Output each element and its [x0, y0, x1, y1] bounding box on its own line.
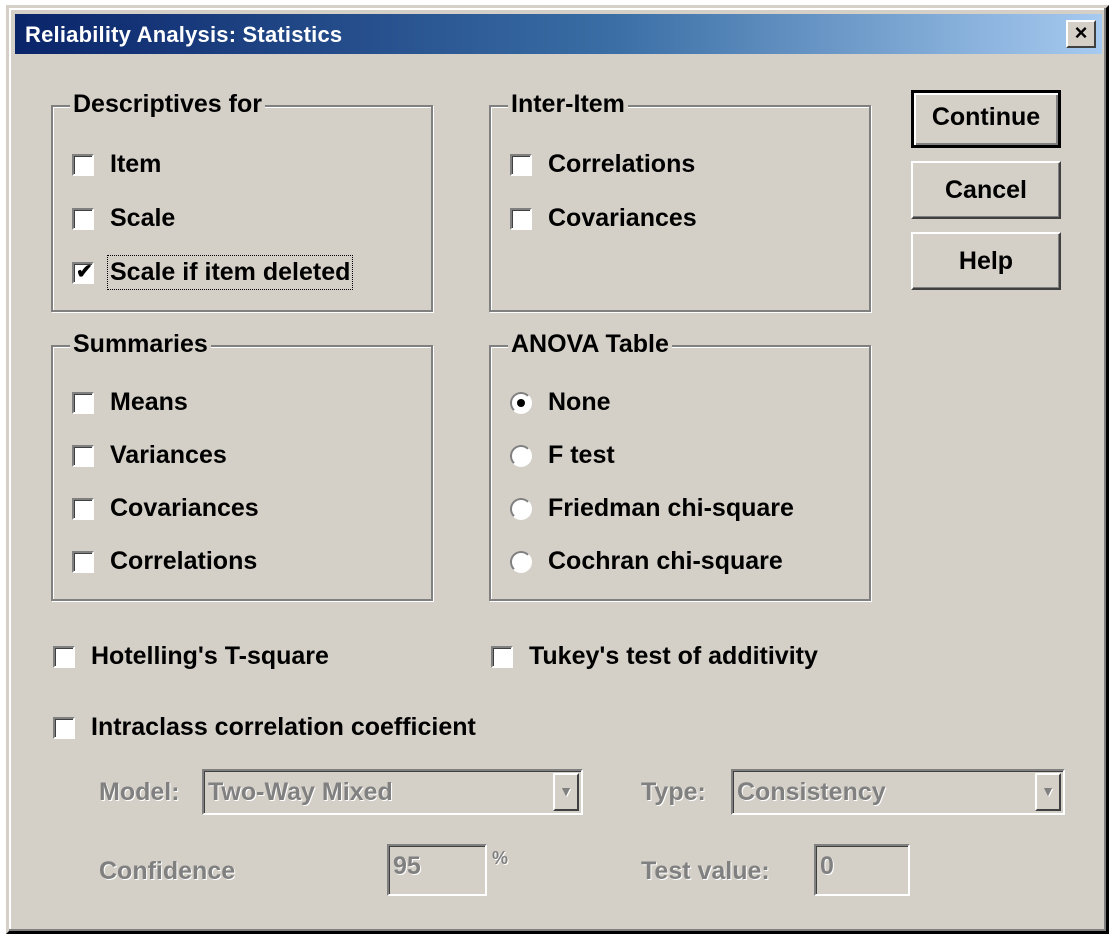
- chevron-down-icon[interactable]: ▼: [553, 773, 579, 811]
- descriptives-legend: Descriptives for: [70, 90, 265, 119]
- means-row[interactable]: Means: [72, 388, 188, 417]
- hotelling-row[interactable]: Hotelling's T-square: [53, 642, 329, 671]
- summary-correlations-label: Correlations: [110, 547, 258, 575]
- hotelling-label: Hotelling's T-square: [91, 642, 329, 670]
- inter-item-legend: Inter-Item: [508, 90, 628, 119]
- confidence-input[interactable]: 95: [387, 844, 487, 896]
- anova-ftest-radio[interactable]: [510, 444, 532, 467]
- test-value-label: Test value:: [641, 857, 770, 885]
- scale-checkbox-row[interactable]: Scale: [72, 204, 175, 233]
- anova-cochran-row[interactable]: Cochran chi-square: [510, 547, 783, 576]
- confidence-value: 95: [393, 852, 421, 880]
- descriptives-group: Descriptives for Item Scale ✔ Scale if i…: [51, 90, 433, 312]
- item-label: Item: [110, 150, 162, 178]
- summary-covariances-label: Covariances: [110, 494, 259, 522]
- intraclass-checkbox[interactable]: [53, 716, 75, 739]
- inter-correlations-row[interactable]: Correlations: [510, 150, 695, 179]
- inter-item-group: Inter-Item Correlations Covariances: [489, 90, 871, 312]
- model-label: Model:: [99, 778, 180, 806]
- intraclass-label: Intraclass correlation coefficient: [91, 713, 476, 741]
- model-dropdown[interactable]: Two-Way Mixed ▼: [202, 769, 583, 815]
- anova-cochran-radio[interactable]: [510, 550, 532, 573]
- anova-friedman-radio[interactable]: [510, 497, 532, 520]
- help-button[interactable]: Help: [911, 232, 1061, 290]
- scale-if-deleted-checkbox[interactable]: ✔: [72, 260, 94, 284]
- hotelling-checkbox[interactable]: [53, 645, 75, 668]
- type-dropdown[interactable]: Consistency ▼: [731, 769, 1065, 815]
- means-checkbox[interactable]: [72, 391, 94, 414]
- test-value-input[interactable]: 0: [814, 844, 910, 896]
- means-label: Means: [110, 388, 188, 416]
- continue-button[interactable]: Continue: [911, 90, 1061, 148]
- scale-checkbox[interactable]: [72, 207, 94, 230]
- tukey-label: Tukey's test of additivity: [529, 642, 818, 670]
- inter-covariances-label: Covariances: [548, 204, 697, 232]
- cancel-button[interactable]: Cancel: [911, 161, 1061, 219]
- anova-friedman-label: Friedman chi-square: [548, 494, 794, 522]
- type-value: Consistency: [737, 778, 886, 806]
- summary-covariances-row[interactable]: Covariances: [72, 494, 259, 523]
- anova-friedman-row[interactable]: Friedman chi-square: [510, 494, 794, 523]
- tukey-row[interactable]: Tukey's test of additivity: [491, 642, 818, 671]
- anova-ftest-label: F test: [548, 441, 615, 469]
- close-button[interactable]: ×: [1066, 20, 1096, 48]
- item-checkbox[interactable]: [72, 153, 94, 176]
- confidence-label: Confidence: [99, 857, 236, 885]
- variances-label: Variances: [110, 441, 227, 469]
- summary-correlations-row[interactable]: Correlations: [72, 547, 257, 576]
- summary-correlations-checkbox[interactable]: [72, 550, 94, 573]
- inter-covariances-checkbox[interactable]: [510, 207, 532, 230]
- tukey-checkbox[interactable]: [491, 645, 513, 668]
- anova-none-label: None: [548, 388, 611, 416]
- chevron-down-icon[interactable]: ▼: [1035, 773, 1061, 811]
- scale-if-deleted-label: Scale if item deleted: [106, 255, 354, 290]
- anova-ftest-row[interactable]: F test: [510, 441, 615, 470]
- percent-label: %: [492, 848, 509, 868]
- test-value: 0: [820, 852, 834, 880]
- inter-correlations-checkbox[interactable]: [510, 153, 532, 176]
- summaries-group: Summaries Means Variances Covariances Co…: [51, 330, 433, 601]
- anova-none-radio[interactable]: [510, 391, 532, 414]
- reliability-statistics-dialog: Reliability Analysis: Statistics × Descr…: [6, 5, 1109, 934]
- window-title: Reliability Analysis: Statistics: [25, 22, 343, 47]
- item-checkbox-row[interactable]: Item: [72, 150, 161, 179]
- inter-covariances-row[interactable]: Covariances: [510, 204, 697, 233]
- inter-correlations-label: Correlations: [548, 150, 696, 178]
- radio-dot: [517, 398, 525, 407]
- anova-legend: ANOVA Table: [508, 330, 672, 359]
- variances-checkbox[interactable]: [72, 444, 94, 467]
- intraclass-row[interactable]: Intraclass correlation coefficient: [53, 713, 476, 742]
- summaries-legend: Summaries: [70, 330, 211, 359]
- check-icon: ✔: [76, 260, 93, 283]
- model-value: Two-Way Mixed: [208, 778, 393, 806]
- title-bar[interactable]: Reliability Analysis: Statistics ×: [15, 14, 1102, 54]
- anova-none-row[interactable]: None: [510, 388, 611, 417]
- close-icon: ×: [1074, 20, 1088, 45]
- anova-cochran-label: Cochran chi-square: [548, 547, 783, 575]
- anova-group: ANOVA Table None F test Friedman chi-squ…: [489, 330, 871, 601]
- scale-if-deleted-checkbox-row[interactable]: ✔ Scale if item deleted: [72, 255, 354, 290]
- variances-row[interactable]: Variances: [72, 441, 227, 470]
- summary-covariances-checkbox[interactable]: [72, 497, 94, 520]
- scale-label: Scale: [110, 204, 176, 232]
- type-label: Type:: [641, 778, 706, 806]
